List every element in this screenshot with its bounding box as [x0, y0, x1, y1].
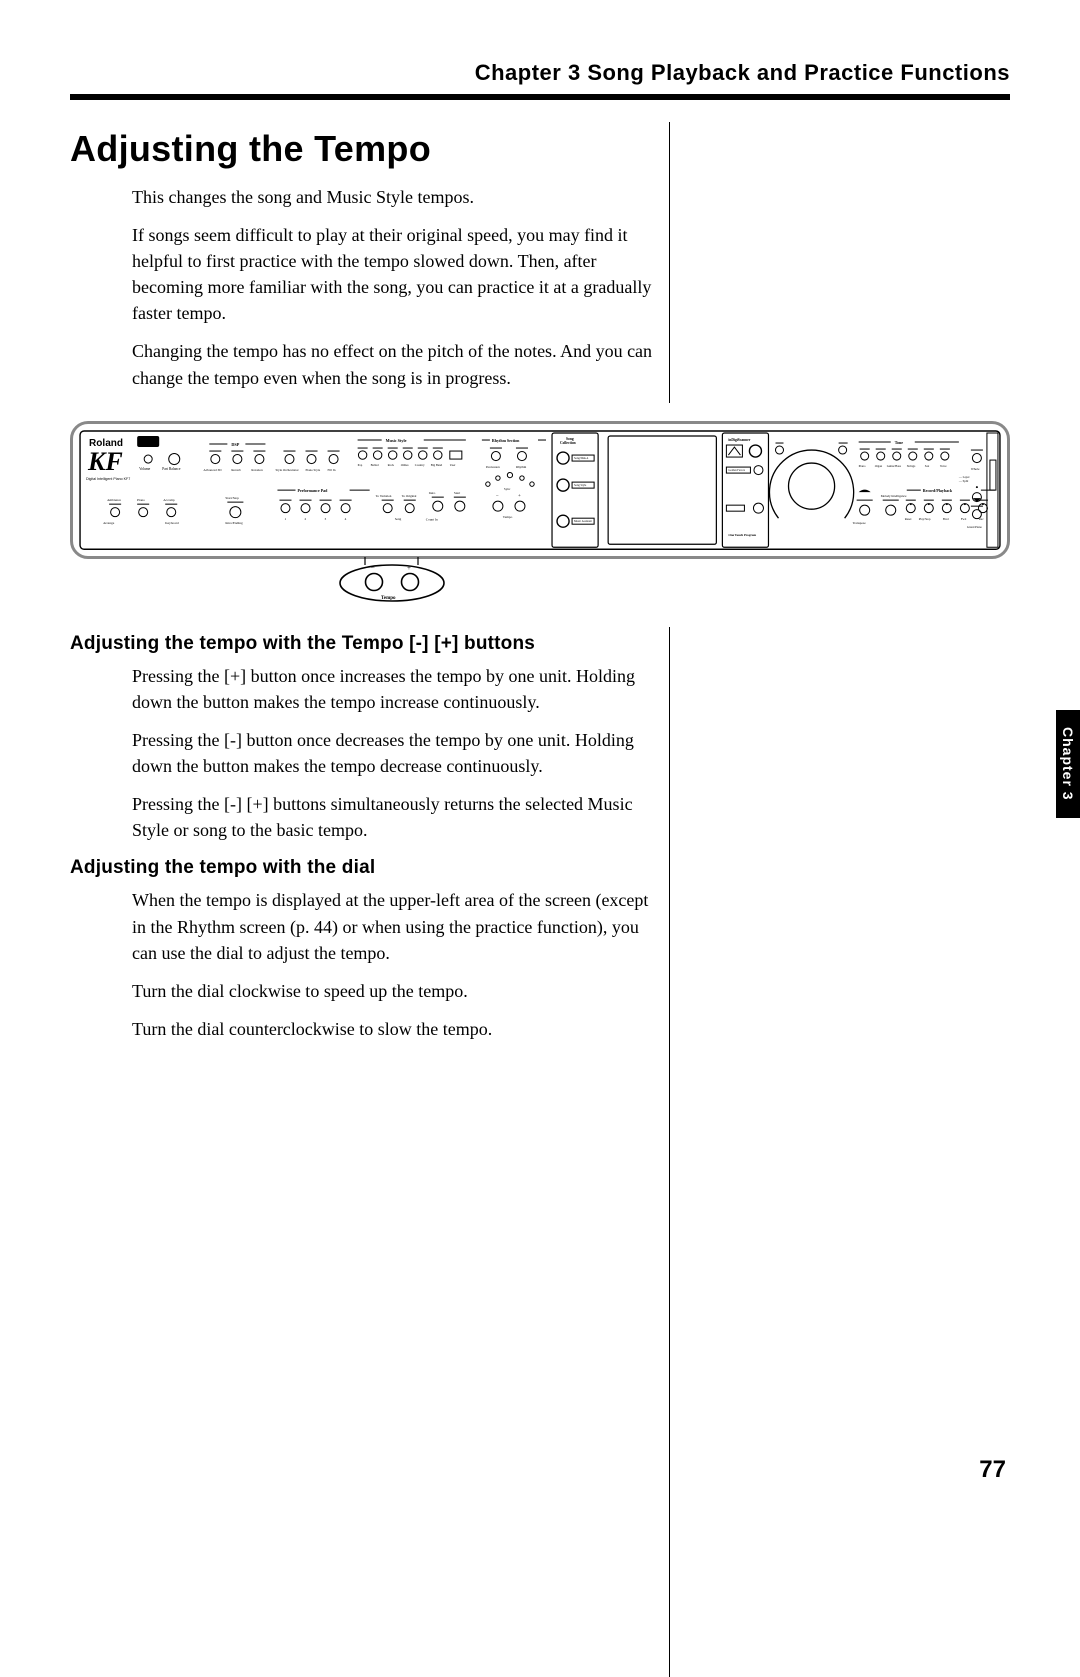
svg-text:Part Balance: Part Balance	[162, 467, 181, 471]
dial-p2: Turn the dial clockwise to speed up the …	[132, 978, 655, 1004]
svg-text:Performance Pad: Performance Pad	[297, 488, 328, 493]
svg-text:Play/Stop: Play/Stop	[919, 517, 931, 521]
svg-text:Tempo: Tempo	[503, 515, 513, 519]
svg-text:inDigiScanner: inDigiScanner	[728, 438, 750, 442]
side-tab: Chapter 3	[1056, 710, 1080, 818]
svg-text:Accomp: Accomp	[163, 498, 175, 502]
svg-text:Sax: Sax	[925, 464, 930, 468]
svg-text:Ambience: Ambience	[107, 498, 121, 502]
tempo-callout: − + Tempo	[332, 557, 452, 603]
control-panel-svg: Roland KF Digital Intelligent Piano KF7 …	[79, 430, 1001, 550]
svg-text:Intro/Ending: Intro/Ending	[225, 521, 243, 525]
svg-text:Music Assistant: Music Assistant	[574, 520, 592, 523]
svg-text:One Touch Program: One Touch Program	[728, 533, 756, 537]
svg-text:Melody Intelligence: Melody Intelligence	[881, 494, 907, 498]
svg-text:Style Orchestrator: Style Orchestrator	[275, 468, 299, 472]
svg-text:Piano: Piano	[137, 498, 145, 502]
buttons-p1: Pressing the [+] button once increases t…	[132, 663, 655, 715]
svg-text:+: +	[518, 494, 521, 499]
svg-text:Music Style: Music Style	[386, 438, 407, 443]
svg-text:Fill In: Fill In	[328, 468, 336, 472]
svg-text:Grand Piano: Grand Piano	[967, 525, 983, 529]
control-panel-figure: Roland KF Digital Intelligent Piano KF7 …	[70, 421, 1010, 603]
section-heading-dial: Adjusting the tempo with the dial	[70, 857, 655, 879]
svg-text:Rock: Rock	[388, 463, 395, 467]
svg-text:Volume: Volume	[139, 467, 151, 471]
svg-text:1: 1	[284, 517, 286, 521]
svg-text:−: −	[496, 494, 499, 499]
section-heading-buttons: Adjusting the tempo with the Tempo [-] […	[70, 633, 655, 655]
svg-text:Piano Style: Piano Style	[306, 468, 321, 472]
svg-text:To Variation: To Variation	[376, 494, 392, 498]
page-number: 77	[979, 1456, 1006, 1484]
chapter-header: Chapter 3 Song Playback and Practice Fun…	[70, 60, 1010, 86]
intro-block: This changes the song and Music Style te…	[70, 184, 655, 391]
svg-text:3: 3	[325, 517, 327, 521]
svg-text:Sync: Sync	[504, 487, 511, 491]
svg-text:Rhythm Section: Rhythm Section	[492, 438, 520, 443]
svg-text:Voice: Voice	[940, 464, 947, 468]
svg-text:Song: Song	[395, 517, 402, 521]
svg-text:Golden Favors: Golden Favors	[728, 469, 745, 472]
svg-text:Oldies: Oldies	[401, 463, 410, 467]
svg-text:Reset: Reset	[905, 517, 912, 521]
svg-text:Intro: Intro	[429, 491, 436, 495]
svg-text:Transpose: Transpose	[853, 521, 867, 525]
model-text: KF	[87, 447, 123, 476]
svg-text:+: +	[407, 564, 411, 572]
svg-text:Keyboard: Keyboard	[165, 521, 179, 525]
intro-p2: If songs seem difficult to play at their…	[132, 222, 655, 326]
svg-text:Collection: Collection	[560, 441, 576, 445]
svg-text:Advanced 3D: Advanced 3D	[203, 468, 222, 472]
svg-text:Song/Disk A: Song/Disk A	[574, 457, 588, 460]
svg-text:Bwd: Bwd	[943, 517, 949, 521]
svg-text:To Original: To Original	[402, 494, 417, 498]
svg-text:User: User	[450, 463, 456, 467]
svg-text:Rotation: Rotation	[251, 468, 263, 472]
svg-text:Start/Stop: Start/Stop	[225, 496, 239, 500]
svg-text:— Split: — Split	[958, 479, 969, 483]
svg-text:Reverb: Reverb	[231, 468, 241, 472]
dial-group	[769, 443, 853, 518]
svg-text:Ballad: Ballad	[371, 463, 379, 467]
svg-text:Pop: Pop	[358, 463, 363, 467]
svg-text:Country: Country	[415, 463, 425, 467]
buttons-p3: Pressing the [-] [+] buttons simultaneou…	[132, 791, 655, 843]
dial-p3: Turn the dial counterclockwise to slow t…	[132, 1016, 655, 1042]
svg-text:Start: Start	[454, 491, 460, 495]
svg-text:Whole: Whole	[971, 467, 980, 471]
header-rule	[70, 94, 1010, 100]
svg-text:Guitar/Bass: Guitar/Bass	[887, 464, 902, 468]
svg-text:Tempo: Tempo	[381, 596, 396, 601]
page-title: Adjusting the Tempo	[70, 128, 655, 170]
model-sub-text: Digital Intelligent Piano KF7	[86, 477, 130, 481]
svg-text:Tone: Tone	[895, 440, 904, 445]
svg-text:DSP: DSP	[231, 442, 239, 447]
svg-text:Piano: Piano	[859, 464, 866, 468]
svg-text:2: 2	[305, 517, 307, 521]
buttons-p2: Pressing the [-] button once decreases t…	[132, 727, 655, 779]
svg-text:Song Style: Song Style	[574, 484, 587, 487]
svg-text:Strings: Strings	[907, 464, 916, 468]
svg-text:Organ: Organ	[875, 464, 883, 468]
tempo-button-group: Intro Count In Start	[426, 491, 466, 522]
svg-text:Arrange: Arrange	[103, 521, 115, 525]
svg-text:Big Band: Big Band	[431, 463, 443, 467]
svg-text:Percussion: Percussion	[486, 465, 500, 469]
svg-text:Rhythm: Rhythm	[516, 465, 527, 469]
svg-text:−: −	[371, 564, 375, 572]
intro-p3: Changing the tempo has no effect on the …	[132, 338, 655, 390]
svg-text:Fwd: Fwd	[961, 517, 967, 521]
svg-text:4: 4	[345, 517, 347, 521]
svg-text:Record/Playback: Record/Playback	[923, 488, 953, 493]
intro-p1: This changes the song and Music Style te…	[132, 184, 655, 210]
dial-p1: When the tempo is displayed at the upper…	[132, 887, 655, 965]
svg-text:Count In: Count In	[426, 517, 438, 521]
